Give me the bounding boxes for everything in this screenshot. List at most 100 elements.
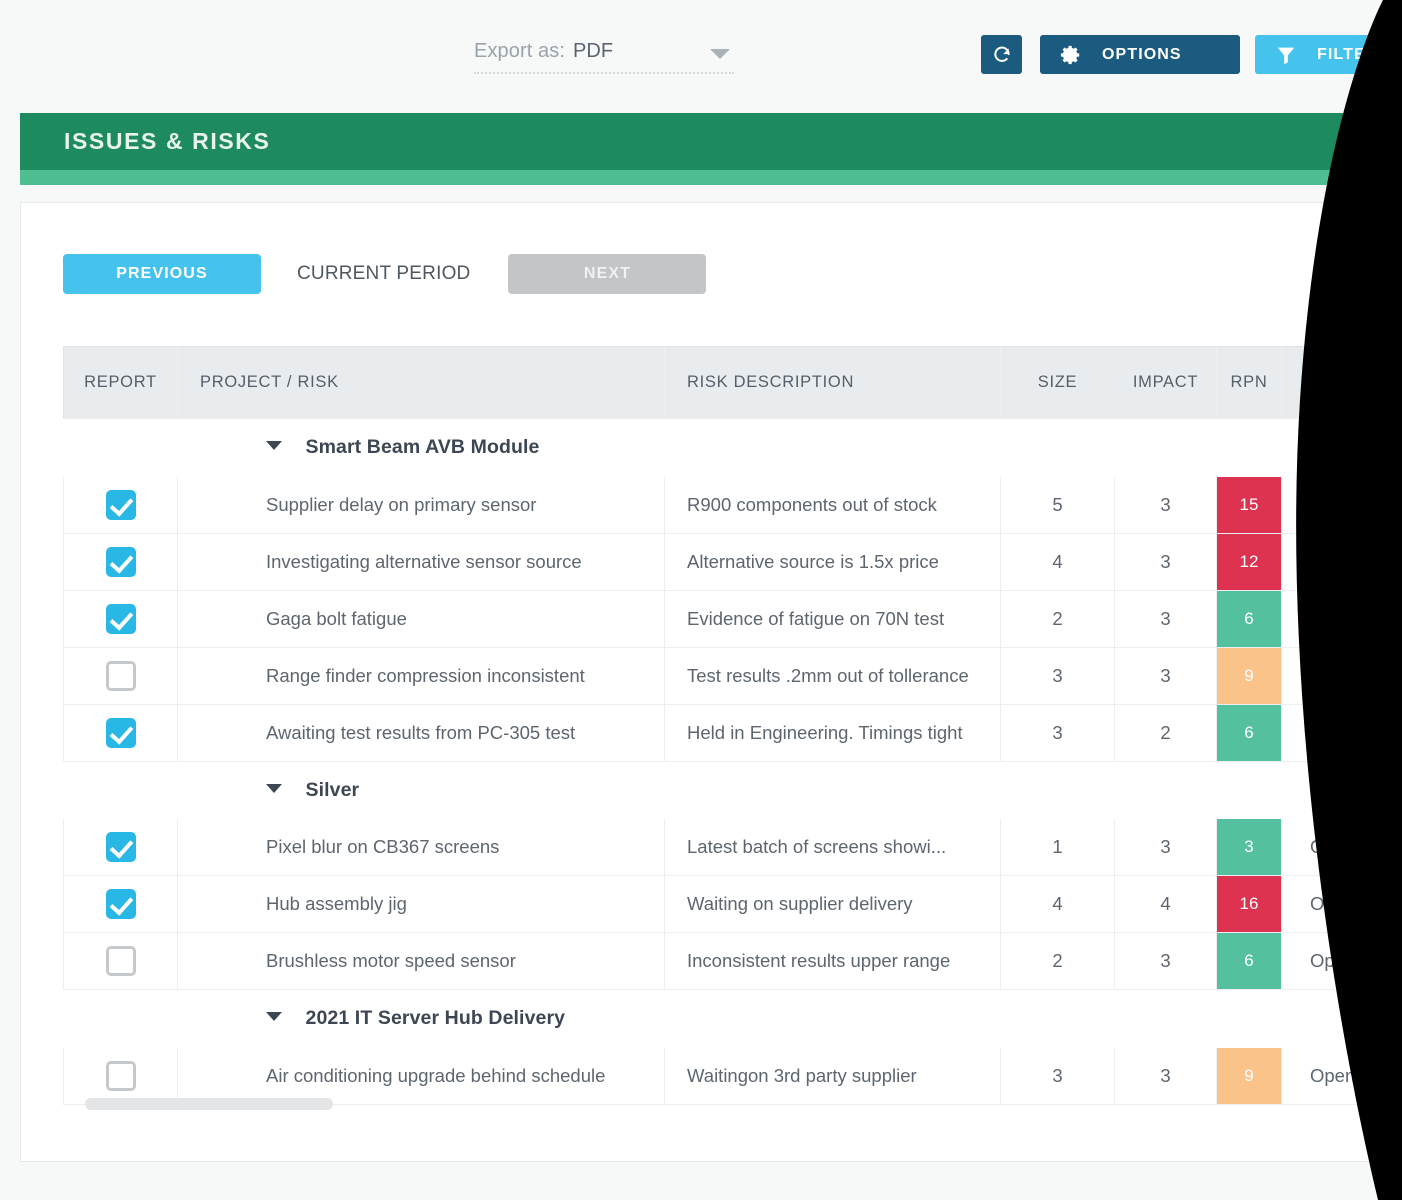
group-header-row[interactable]: Silver xyxy=(64,761,1384,819)
group-row-spacer xyxy=(1282,990,1384,1048)
report-checkbox-cell[interactable] xyxy=(64,533,178,590)
current-period-label: CURRENT PERIOD xyxy=(297,263,470,285)
status-cell: Open xyxy=(1282,876,1384,933)
impact-cell: 3 xyxy=(1115,533,1217,590)
rpn-badge: 12 xyxy=(1217,534,1281,590)
status-cell: Open xyxy=(1282,590,1384,647)
chevron-down-icon[interactable] xyxy=(266,784,282,793)
top-toolbar: Export as: PDF OPTIONS FILTER xyxy=(0,0,1402,108)
rpn-cell: 16 xyxy=(1217,876,1282,933)
group-row-spacer xyxy=(64,761,178,819)
status-cell: Open xyxy=(1282,819,1384,876)
group-header-row[interactable]: Smart Beam AVB Module xyxy=(64,419,1384,477)
horizontal-scrollbar[interactable] xyxy=(63,1095,1383,1115)
risk-description-cell: Held in Engineering. Timings tight xyxy=(665,704,1001,761)
status-cell: Open xyxy=(1282,477,1384,534)
risk-name-cell: Range finder compression inconsistent xyxy=(178,647,665,704)
report-checkbox[interactable] xyxy=(106,1061,136,1091)
report-checkbox[interactable] xyxy=(106,490,136,520)
impact-cell: 3 xyxy=(1115,819,1217,876)
impact-cell: 3 xyxy=(1115,477,1217,534)
report-checkbox-cell[interactable] xyxy=(64,590,178,647)
report-checkbox-cell[interactable] xyxy=(64,876,178,933)
group-label-cell[interactable]: 2021 IT Server Hub Delivery xyxy=(178,990,1217,1048)
impact-cell: 2 xyxy=(1115,704,1217,761)
risk-description-cell: Evidence of fatigue on 70N test xyxy=(665,590,1001,647)
group-label-cell[interactable]: Smart Beam AVB Module xyxy=(178,419,1217,477)
previous-period-button[interactable]: PREVIOUS xyxy=(63,254,261,294)
group-label: Silver xyxy=(306,779,360,801)
rpn-badge: 9 xyxy=(1217,648,1281,704)
table-row[interactable]: Hub assembly jigWaiting on supplier deli… xyxy=(64,876,1384,933)
report-checkbox[interactable] xyxy=(106,661,136,691)
table-row[interactable]: Investigating alternative sensor sourceA… xyxy=(64,533,1384,590)
table-row[interactable]: Range finder compression inconsistentTes… xyxy=(64,647,1384,704)
gear-icon xyxy=(1060,44,1082,66)
status-cell: Open xyxy=(1282,533,1384,590)
table-row[interactable]: Awaiting test results from PC-305 testHe… xyxy=(64,704,1384,761)
group-row-spacer xyxy=(1217,761,1282,819)
chevron-down-icon[interactable] xyxy=(266,441,282,450)
size-cell: 3 xyxy=(1001,647,1115,704)
group-label: Smart Beam AVB Module xyxy=(306,436,540,458)
group-label: 2021 IT Server Hub Delivery xyxy=(306,1007,566,1029)
export-as-dropdown[interactable]: Export as: PDF xyxy=(474,40,734,74)
report-checkbox[interactable] xyxy=(106,718,136,748)
table-row[interactable]: Brushless motor speed sensorInconsistent… xyxy=(64,933,1384,990)
report-checkbox[interactable] xyxy=(106,832,136,862)
impact-cell: 3 xyxy=(1115,647,1217,704)
size-cell: 4 xyxy=(1001,876,1115,933)
report-checkbox-cell[interactable] xyxy=(64,933,178,990)
section-header: ISSUES & RISKS xyxy=(20,113,1402,170)
column-header-report[interactable]: REPORT xyxy=(64,347,178,419)
group-row-spacer xyxy=(1282,419,1384,477)
column-header-size[interactable]: SIZE xyxy=(1001,347,1115,419)
risk-name-cell: Supplier delay on primary sensor xyxy=(178,477,665,534)
column-header-risk-description[interactable]: RISK DESCRIPTION xyxy=(665,347,1001,419)
rpn-badge: 3 xyxy=(1217,819,1281,875)
size-cell: 4 xyxy=(1001,533,1115,590)
chevron-down-icon[interactable] xyxy=(266,1012,282,1021)
impact-cell: 3 xyxy=(1115,590,1217,647)
report-checkbox-cell[interactable] xyxy=(64,477,178,534)
group-label-cell[interactable]: Silver xyxy=(178,761,1217,819)
table-row[interactable]: Supplier delay on primary sensorR900 com… xyxy=(64,477,1384,534)
rpn-cell: 15 xyxy=(1217,477,1282,534)
group-header-row[interactable]: 2021 IT Server Hub Delivery xyxy=(64,990,1384,1048)
risk-table-body: Smart Beam AVB Module Supplier delay on p… xyxy=(64,419,1384,1105)
column-header-project-risk[interactable]: PROJECT / RISK xyxy=(178,347,665,419)
status-cell: Open xyxy=(1282,647,1384,704)
report-checkbox[interactable] xyxy=(106,604,136,634)
report-checkbox-cell[interactable] xyxy=(64,819,178,876)
filter-button[interactable]: FILTER xyxy=(1255,35,1402,74)
risk-name-cell: Hub assembly jig xyxy=(178,876,665,933)
group-row-spacer xyxy=(64,990,178,1048)
risk-table-head: REPORT PROJECT / RISK RISK DESCRIPTION S… xyxy=(64,347,1384,419)
rpn-cell: 6 xyxy=(1217,590,1282,647)
impact-cell: 4 xyxy=(1115,876,1217,933)
funnel-icon xyxy=(1275,44,1297,66)
table-row[interactable]: Gaga bolt fatigueEvidence of fatigue on … xyxy=(64,590,1384,647)
rpn-cell: 9 xyxy=(1217,647,1282,704)
risk-table: REPORT PROJECT / RISK RISK DESCRIPTION S… xyxy=(63,346,1383,1105)
report-checkbox[interactable] xyxy=(106,946,136,976)
report-checkbox-cell[interactable] xyxy=(64,647,178,704)
risk-description-cell: Latest batch of screens showi... xyxy=(665,819,1001,876)
column-header-status[interactable] xyxy=(1282,347,1384,419)
column-header-impact[interactable]: IMPACT xyxy=(1115,347,1217,419)
table-header-row: REPORT PROJECT / RISK RISK DESCRIPTION S… xyxy=(64,347,1384,419)
next-period-button[interactable]: NEXT xyxy=(508,254,706,294)
export-as-label: Export as: xyxy=(474,40,565,63)
size-cell: 1 xyxy=(1001,819,1115,876)
column-header-rpn[interactable]: RPN xyxy=(1217,347,1282,419)
risk-description-cell: Test results .2mm out of tollerance xyxy=(665,647,1001,704)
table-row[interactable]: Pixel blur on CB367 screensLatest batch … xyxy=(64,819,1384,876)
risk-description-cell: Inconsistent results upper range xyxy=(665,933,1001,990)
options-button[interactable]: OPTIONS xyxy=(1040,35,1240,74)
report-checkbox[interactable] xyxy=(106,547,136,577)
report-checkbox[interactable] xyxy=(106,889,136,919)
refresh-button[interactable] xyxy=(981,35,1022,74)
scrollbar-thumb[interactable] xyxy=(85,1098,333,1110)
report-checkbox-cell[interactable] xyxy=(64,704,178,761)
issues-risks-panel: PREVIOUS CURRENT PERIOD NEXT REPORT PROJ… xyxy=(20,202,1402,1162)
